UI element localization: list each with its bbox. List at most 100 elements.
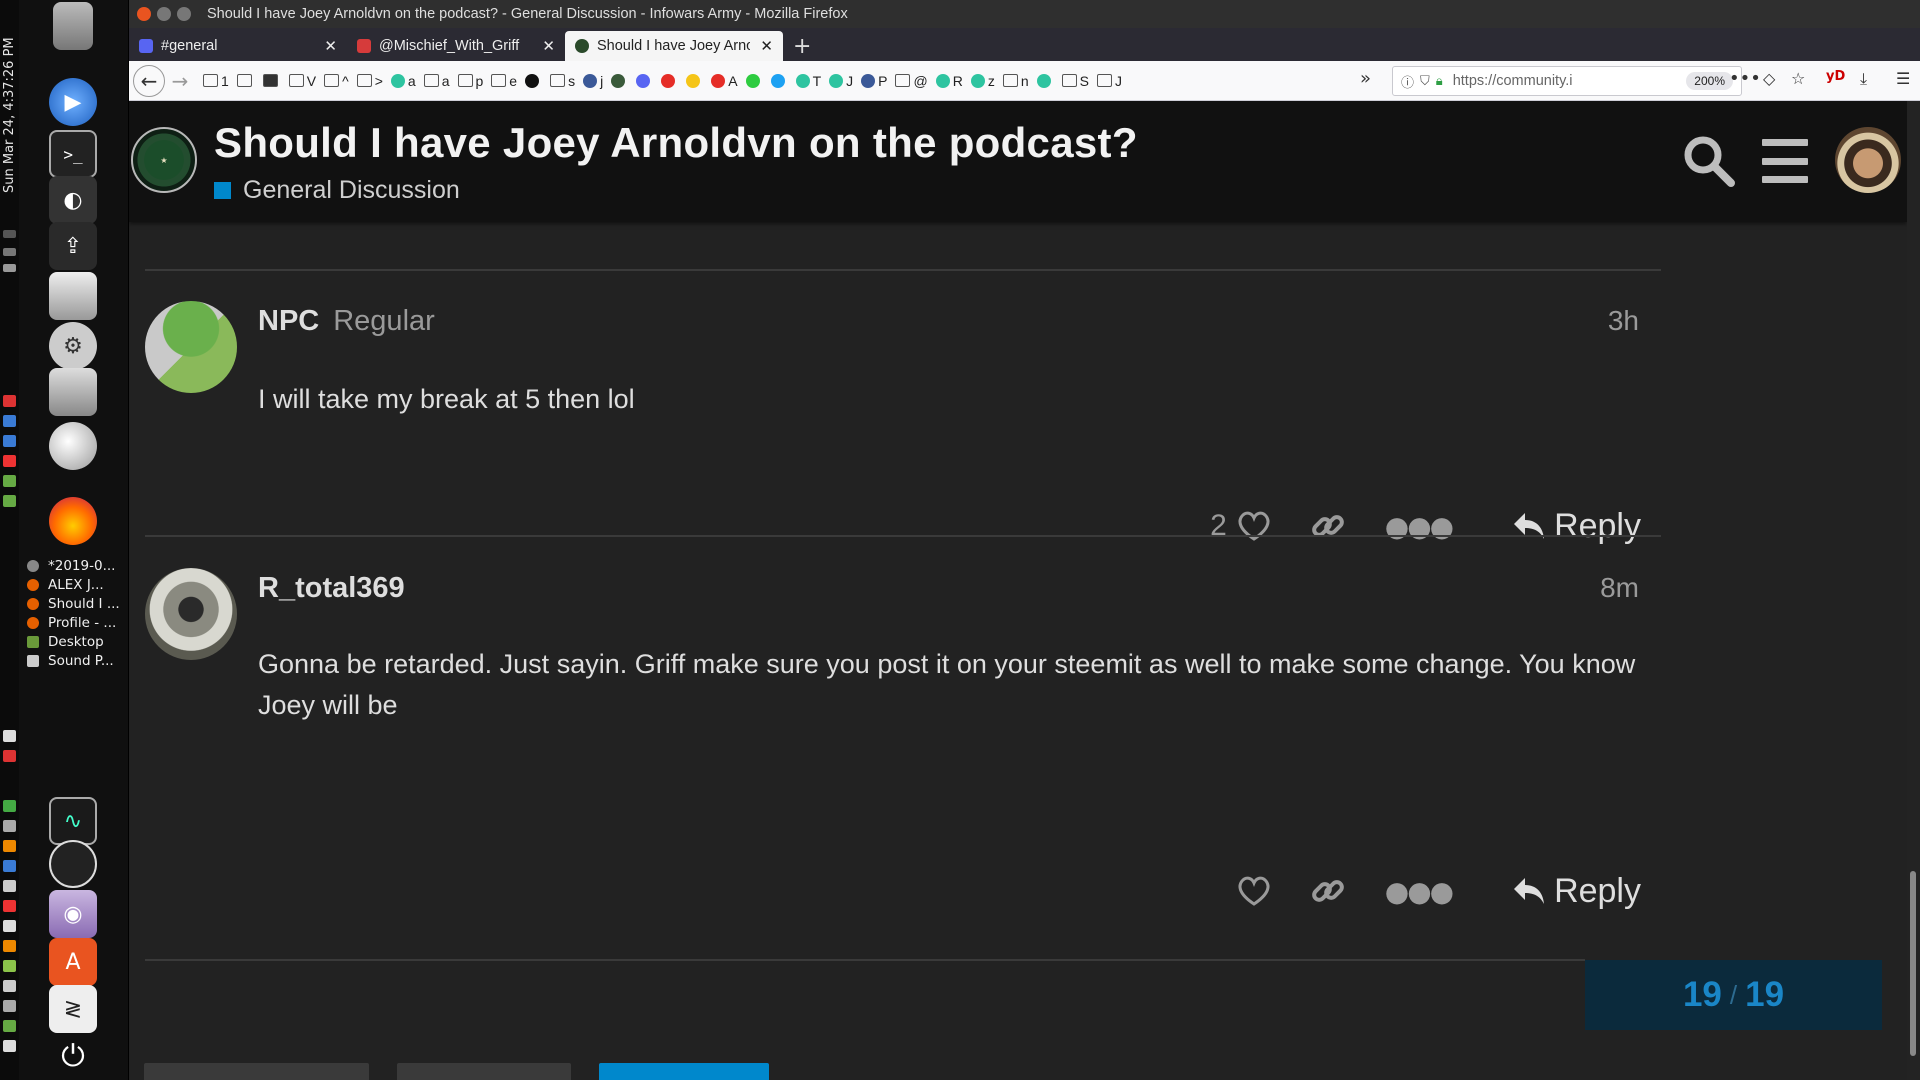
close-icon[interactable]: ✕ — [532, 37, 555, 55]
bookmark-item[interactable] — [262, 74, 281, 87]
topic-title[interactable]: Should I have Joey Arnoldvn on the podca… — [214, 119, 1138, 167]
close-icon[interactable]: ✕ — [314, 37, 337, 55]
more-actions-icon[interactable]: ●●● — [1385, 875, 1454, 908]
hamburger-menu-icon[interactable]: ☰ — [1896, 69, 1910, 88]
bookmark-item[interactable]: > — [356, 73, 383, 89]
gimp-icon[interactable]: ◐ — [49, 176, 97, 224]
page-actions-icon[interactable]: ••• — [1729, 68, 1761, 89]
bookmark-item[interactable] — [745, 73, 763, 88]
window-list-item[interactable]: Should I ... — [27, 594, 127, 613]
bookmark-item[interactable]: a — [423, 73, 450, 89]
bookmark-item[interactable]: R — [935, 73, 963, 89]
page-scrollbar[interactable] — [1907, 101, 1920, 1080]
bookmark-item[interactable]: 1 — [203, 73, 229, 89]
bookmark-item[interactable]: T — [795, 73, 821, 89]
window-list-item[interactable]: Profile - ... — [27, 613, 127, 632]
window-list-item[interactable]: Desktop — [27, 632, 127, 651]
category-link[interactable]: General Discussion — [214, 176, 460, 205]
bookmark-item[interactable]: A — [711, 73, 738, 89]
bookmark-item[interactable]: n — [1002, 73, 1029, 89]
tray-app-icon[interactable] — [3, 860, 16, 872]
tray-app-icon[interactable] — [3, 415, 16, 427]
close-window-button[interactable] — [137, 7, 151, 21]
bookmark-item[interactable]: @ — [895, 73, 928, 89]
window-list-item[interactable]: Sound P... — [27, 651, 127, 670]
tray-app-icon[interactable] — [3, 820, 16, 832]
post-timestamp[interactable]: 3h — [1608, 305, 1639, 337]
bookmark-item[interactable]: a — [390, 73, 416, 89]
user-avatar[interactable] — [145, 301, 237, 393]
tab-current-topic[interactable]: Should I have Joey Arno ✕ — [565, 31, 783, 61]
like-button[interactable]: 2 — [1210, 509, 1271, 543]
hamburger-menu-icon[interactable] — [1762, 139, 1808, 183]
bookmark-item[interactable]: V — [288, 73, 316, 89]
bookmark-item[interactable] — [686, 73, 703, 88]
tray-app-icon[interactable] — [3, 435, 16, 447]
tray-app-icon[interactable] — [3, 455, 16, 467]
tray-app-icon[interactable] — [3, 900, 16, 912]
bookmark-item[interactable] — [636, 73, 653, 88]
tray-app-icon[interactable] — [3, 960, 16, 972]
search-icon[interactable] — [1679, 131, 1739, 191]
scanner-icon[interactable] — [49, 272, 97, 320]
url-bar[interactable]: ⓘ ⛉ 🔒︎ https://community.i 200% — [1392, 66, 1742, 96]
bookmark-item[interactable]: p — [457, 73, 483, 89]
tray-app-icon[interactable] — [3, 800, 16, 812]
extension-icon[interactable]: yD — [1826, 69, 1845, 84]
more-actions-icon[interactable]: ●●● — [1385, 510, 1454, 543]
firefox-icon[interactable] — [49, 497, 97, 545]
bookmark-item[interactable]: J — [829, 73, 853, 89]
file-manager-icon[interactable] — [49, 368, 97, 416]
power-icon[interactable]: ⏻ — [49, 1032, 97, 1080]
tab-mischief-with-griff[interactable]: @Mischief_With_Griff ✕ — [347, 31, 565, 61]
current-user-avatar[interactable] — [1835, 127, 1901, 193]
bookmark-item[interactable] — [611, 73, 628, 88]
tray-app-icon[interactable] — [3, 495, 16, 507]
reply-button[interactable]: Reply — [1512, 507, 1641, 546]
site-logo[interactable]: ★ — [131, 127, 197, 193]
wifi-icon[interactable] — [3, 230, 16, 238]
post-author[interactable]: R_total369 — [258, 572, 405, 605]
bookmark-item[interactable] — [770, 73, 788, 88]
tray-app-icon[interactable] — [3, 940, 16, 952]
volume-icon[interactable] — [3, 248, 16, 256]
topic-progress-indicator[interactable]: 19 / 19 — [1585, 960, 1882, 1030]
bookmark-item[interactable] — [236, 74, 255, 87]
disk-icon[interactable] — [49, 422, 97, 470]
bookmark-item[interactable]: e — [491, 73, 517, 89]
zoom-level-badge[interactable]: 200% — [1686, 72, 1733, 90]
pocket-icon[interactable]: ◇ — [1763, 69, 1775, 88]
tray-app-icon[interactable] — [3, 920, 16, 932]
tray-app-icon[interactable] — [3, 1000, 16, 1012]
window-list-item[interactable]: *2019-0... — [27, 556, 127, 575]
tray-app-icon[interactable] — [3, 1020, 16, 1032]
terminal-icon[interactable]: >_ — [49, 130, 97, 178]
tab-general[interactable]: #general ✕ — [129, 31, 347, 61]
webcam-icon[interactable]: ◉ — [49, 890, 97, 938]
tray-app-icon[interactable] — [3, 880, 16, 892]
back-button[interactable]: ← — [133, 64, 165, 97]
minimize-window-button[interactable] — [157, 7, 171, 21]
tray-app-icon[interactable] — [3, 475, 16, 487]
upload-icon[interactable]: ⇪ — [49, 222, 97, 270]
copy-link-button[interactable] — [1311, 509, 1345, 543]
topic-reply-button[interactable] — [599, 1063, 769, 1080]
new-tab-button[interactable]: + — [783, 31, 821, 61]
bookmark-item[interactable] — [661, 73, 678, 88]
downloads-icon[interactable]: ⤓ — [1860, 69, 1867, 89]
bookmark-item[interactable] — [525, 73, 542, 88]
system-clock[interactable]: Sun Mar 24, 4:37:26 PM — [0, 8, 19, 223]
bookmark-item[interactable]: ^ — [324, 73, 349, 89]
copy-link-button[interactable] — [1311, 874, 1345, 908]
user-avatar[interactable] — [145, 568, 237, 660]
bookmark-item[interactable]: z — [970, 73, 995, 89]
shield-icon[interactable]: ⛉ — [1420, 73, 1430, 89]
bookmark-item[interactable]: s — [550, 73, 575, 89]
bookmark-item[interactable]: j — [583, 73, 603, 89]
battery-icon[interactable] — [3, 264, 16, 272]
like-button[interactable] — [1237, 876, 1271, 906]
media-player-icon[interactable]: ▶ — [49, 78, 97, 126]
reply-button[interactable]: Reply — [1512, 872, 1641, 911]
username[interactable]: R_total369 — [258, 572, 405, 604]
trash-icon[interactable] — [53, 2, 93, 50]
